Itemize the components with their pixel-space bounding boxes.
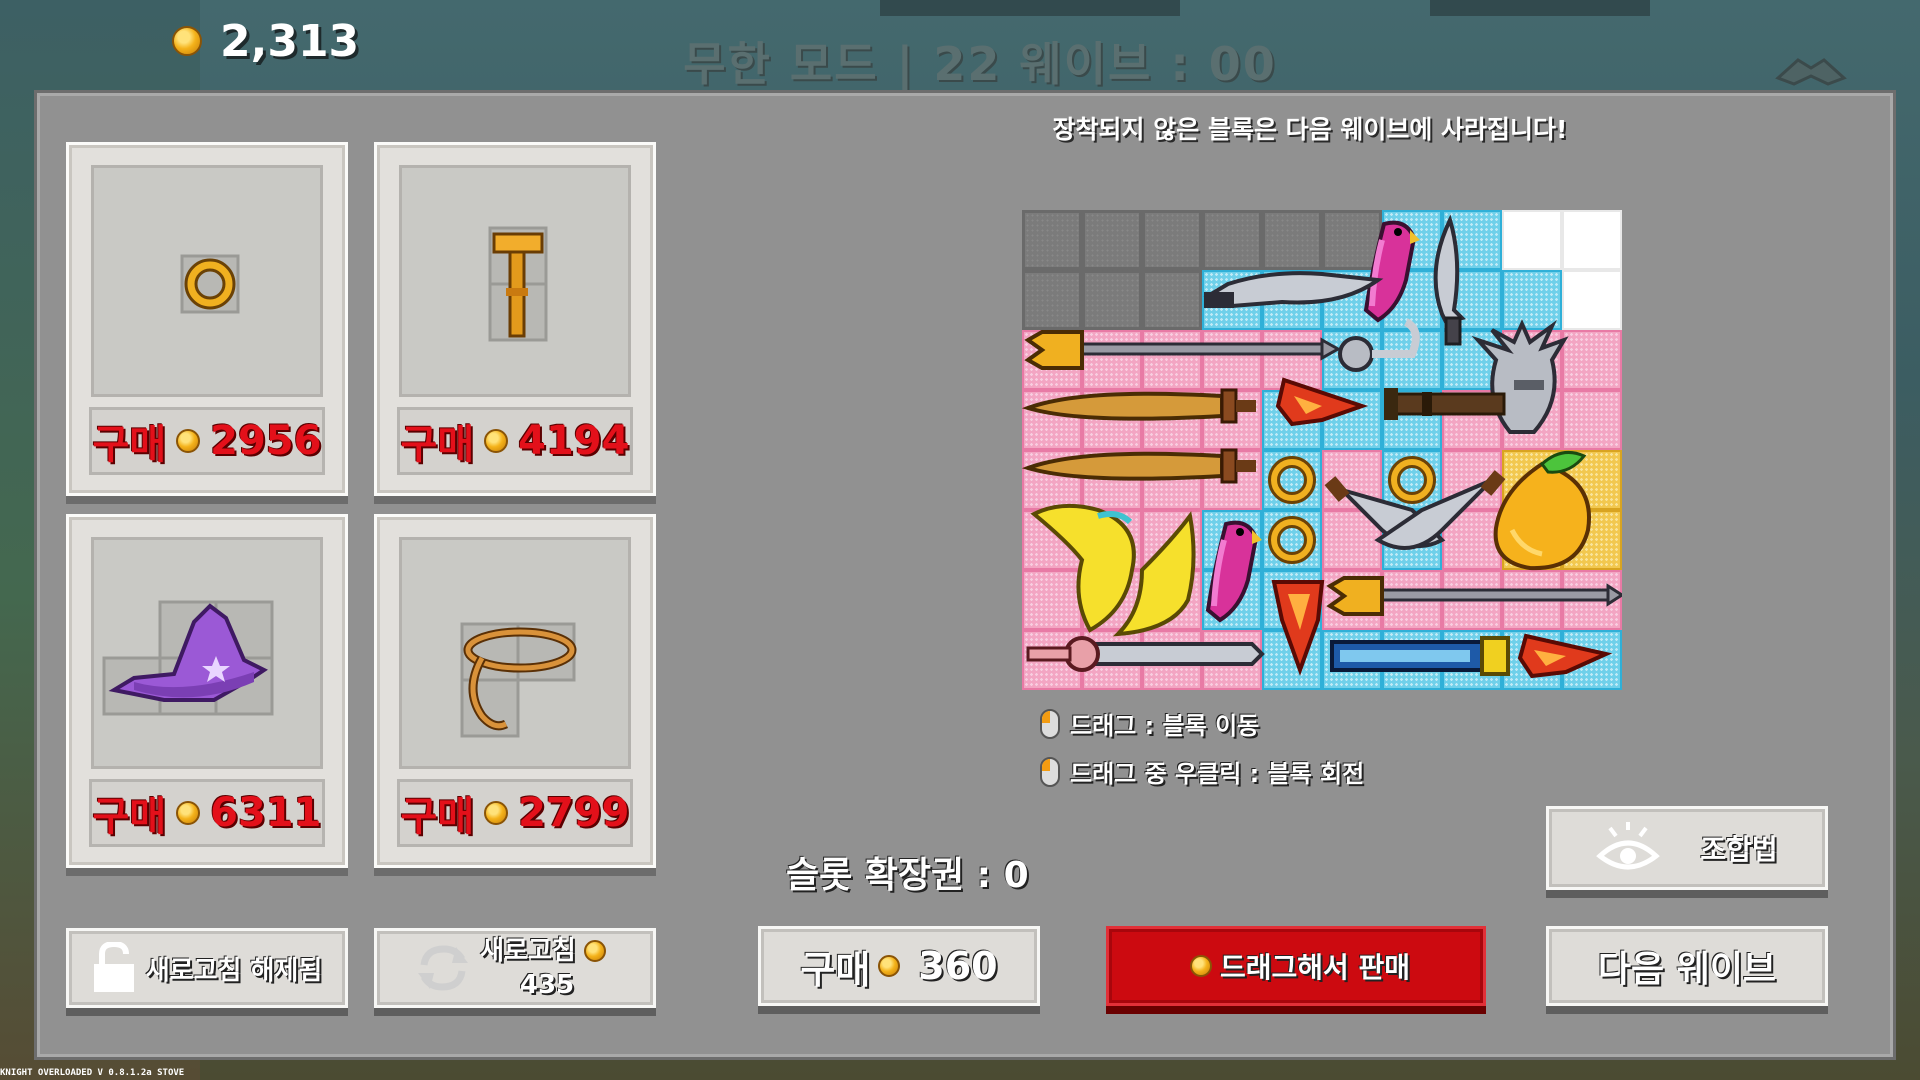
inventory-grid[interactable] [1022,210,1622,690]
buy-label: 구매 [92,422,167,468]
mouse-right-icon [1040,756,1060,787]
price: 2956 [210,418,322,464]
ring-icon[interactable] [1268,456,1316,504]
refresh-icon [418,945,469,991]
buy-button[interactable]: 구매 2799 [397,779,633,847]
price: 6311 [210,790,322,836]
recipe-button[interactable]: 조합법 [1546,806,1828,890]
hook-icon[interactable] [1338,318,1420,372]
hint-text: 드래그 중 우클릭 : 블록 회전 [1070,760,1365,788]
machete-icon[interactable] [1203,271,1384,309]
shop-card-3[interactable]: 구매 6311 [66,514,348,868]
buy-slot-label: 구매 [800,947,871,992]
item-slot [91,537,323,769]
crossed-knives-icon[interactable] [1324,470,1506,550]
mango-icon[interactable] [1493,450,1591,571]
item-slot [399,537,631,769]
coin-icon [484,429,509,453]
gold-counter: 2,313 [172,15,360,67]
mouse-left-icon [1040,708,1060,739]
refresh-unlocked-button[interactable]: 새로고침 해제됨 [66,928,348,1008]
trident-icon[interactable] [1326,576,1622,616]
saw-icon[interactable] [1330,636,1510,676]
shop-card-1[interactable]: 구매 2956 [66,142,348,496]
refresh-label-row: 새로고침 [480,934,614,968]
buy-button[interactable]: 구매 4194 [397,407,633,475]
hammer-icon [488,226,548,342]
buy-slot-price: 360 [918,944,998,988]
next-wave-label: 다음 웨이브 [1597,949,1777,990]
buy-slot-button[interactable]: 구매 360 [758,926,1040,1006]
ring-icon [180,254,240,314]
unequipped-warning: 장착되지 않은 블록은 다음 웨이브에 사라집니다! [1052,115,1568,144]
bronze-sword-icon[interactable] [1022,388,1256,424]
eye-icon [1596,822,1661,870]
buy-button[interactable]: 구매 2956 [89,407,325,475]
recipe-label: 조합법 [1700,833,1778,866]
price: 2799 [518,790,630,836]
price: 4194 [518,418,630,464]
refresh-button[interactable]: 새로고침 435 [374,928,656,1008]
drag-to-sell-zone[interactable]: 드래그해서 판매 [1106,926,1486,1006]
grid-items [1022,214,1622,679]
item-slot [399,165,631,397]
trident-icon[interactable] [1024,330,1342,370]
shop-card-2[interactable]: 구매 4194 [374,142,656,496]
background-roof [880,0,1180,16]
coin-icon [583,940,606,962]
next-wave-button[interactable]: 다음 웨이브 [1546,926,1828,1006]
background-roof [1430,0,1650,16]
parrot-icon[interactable] [1363,220,1420,323]
buy-label: 구매 [400,422,475,468]
banana-icon[interactable] [1030,503,1196,637]
buy-label: 구매 [92,794,167,840]
item-slot [91,165,323,397]
ring-icon[interactable] [1388,456,1436,504]
spyglass-icon[interactable] [1384,388,1506,420]
refresh-text: 새로고침 435 [480,934,614,1002]
spiked-helmet-icon[interactable] [1471,319,1569,434]
fire-claw-icon[interactable] [1275,377,1369,427]
coin-icon [172,26,202,56]
buy-label: 구매 [400,794,475,840]
refresh-label: 새로고침 [480,936,576,966]
version-label: KNIGHT OVERLOADED V 0.8.1.2a STOVE [0,1068,185,1078]
gold-amount: 2,313 [220,15,360,67]
wave-title: 무한 모드 | 22 웨이브 : 00 [683,37,1277,91]
refresh-price: 435 [519,970,575,1000]
settings-icon[interactable] [1768,48,1854,88]
slot-expansion-count: 슬롯 확장권 : 0 [786,855,1029,896]
coin-icon [1189,955,1212,977]
scimitar-icon[interactable] [1433,214,1466,346]
fire-claw-icon[interactable] [1271,580,1325,676]
parrot-icon[interactable] [1205,520,1262,623]
fire-claw-icon[interactable] [1517,633,1613,679]
hint-text: 드래그 : 블록 이동 [1070,712,1260,740]
bronze-sword-icon[interactable] [1022,448,1256,484]
coin-icon [878,955,901,977]
unlock-icon [93,942,134,992]
coin-icon [176,801,201,825]
ornate-sword-icon[interactable] [1026,636,1265,672]
refresh-unlocked-label: 새로고침 해제됨 [145,955,323,986]
shop-card-4[interactable]: 구매 2799 [374,514,656,868]
rope-icon [460,622,577,738]
buy-button[interactable]: 구매 6311 [89,779,325,847]
coin-icon [176,429,201,453]
coin-icon [484,801,509,825]
ring-icon[interactable] [1268,516,1316,564]
hint-drag-move: 드래그 : 블록 이동 [1040,706,1259,741]
drag-to-sell-label: 드래그해서 판매 [1219,951,1411,984]
wizard-hat-icon [102,600,274,716]
hint-drag-rotate: 드래그 중 우클릭 : 블록 회전 [1040,754,1364,789]
